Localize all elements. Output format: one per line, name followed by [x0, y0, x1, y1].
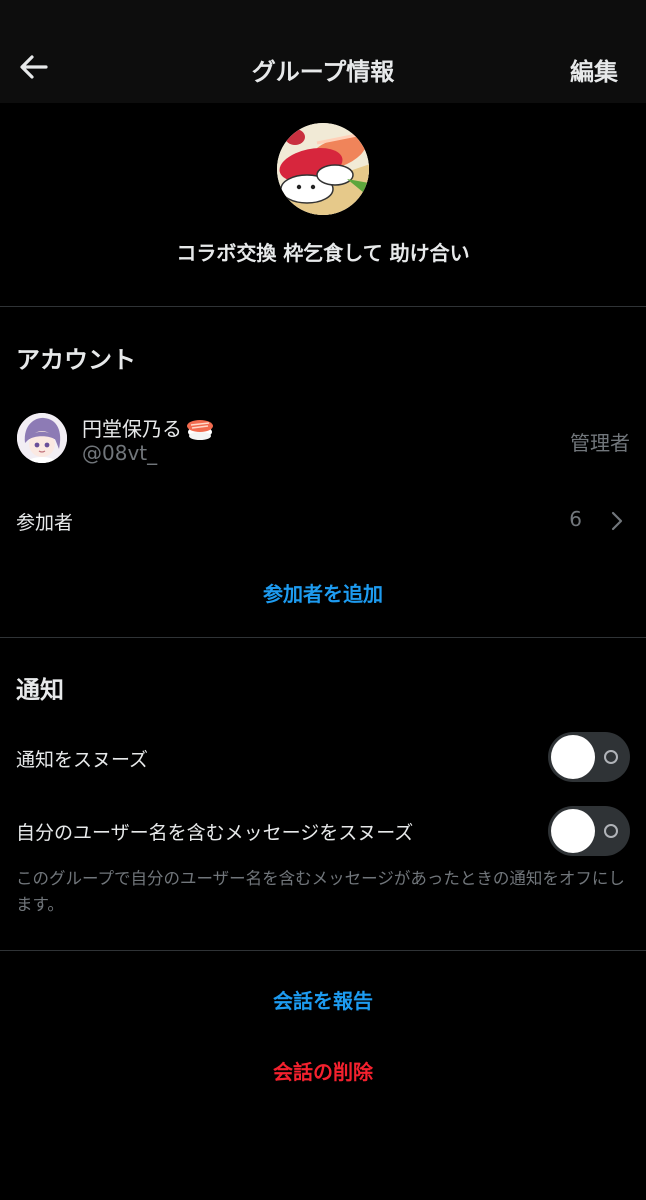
sushi-icon	[186, 416, 214, 445]
mention-snooze-label: 自分のユーザー名を含むメッセージをスヌーズ	[16, 822, 414, 844]
avatar	[17, 413, 67, 463]
mention-snooze-toggle[interactable]	[548, 806, 630, 856]
divider	[0, 637, 646, 638]
mention-snooze-hint: このグループで自分のユーザー名を含むメッセージがあったときの通知をオフにします。	[16, 869, 625, 914]
snooze-toggle[interactable]	[548, 732, 630, 782]
member-row[interactable]: 円堂保乃る @08vt_ 管理者	[0, 405, 646, 473]
report-conversation-button[interactable]: 会話を報告	[0, 985, 646, 1014]
member-handle: @08vt_	[82, 441, 158, 465]
member-role-badge: 管理者	[570, 431, 630, 455]
member-name-text: 円堂保乃る	[82, 417, 182, 441]
divider	[0, 950, 646, 951]
snooze-label: 通知をスヌーズ	[16, 749, 149, 771]
notification-section-title: 通知	[16, 676, 64, 704]
edit-button[interactable]: 編集	[570, 52, 618, 87]
sushi-group-avatar-icon	[277, 123, 369, 215]
toggle-knob	[551, 809, 595, 853]
page-title: グループ情報	[251, 58, 395, 86]
divider	[0, 306, 646, 307]
group-name: コラボ交換 枠乞食して 助け合い	[176, 241, 470, 265]
toggle-off-icon	[604, 750, 618, 764]
delete-conversation-button[interactable]: 会話の削除	[0, 1056, 646, 1085]
toggle-knob	[551, 735, 595, 779]
participants-label: 参加者	[16, 512, 74, 534]
group-avatar	[277, 123, 369, 215]
member-avatar-icon	[17, 413, 67, 463]
chevron-right-icon	[611, 511, 623, 531]
toggle-off-icon	[604, 824, 618, 838]
add-participants-button[interactable]: 参加者を追加	[0, 578, 646, 607]
top-bar: グループ情報 編集	[0, 0, 646, 103]
participants-row[interactable]: 参加者 6	[0, 495, 646, 545]
account-section-title: アカウント	[16, 346, 136, 374]
participants-count: 6	[569, 507, 582, 531]
